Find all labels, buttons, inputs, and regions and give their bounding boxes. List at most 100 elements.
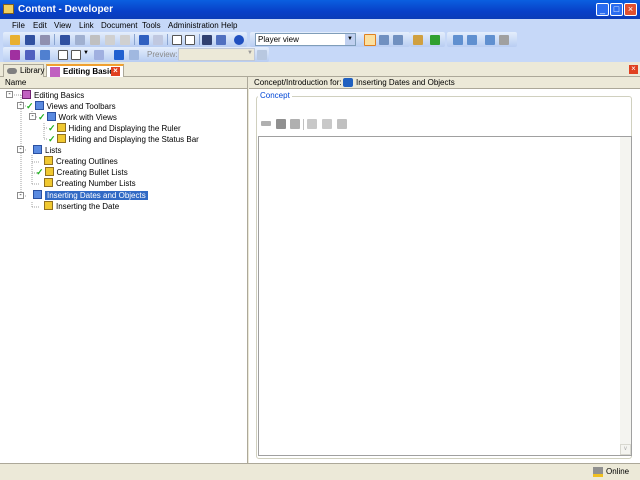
redo-icon[interactable]	[153, 35, 163, 45]
collapse-toggle[interactable]: -	[17, 102, 24, 109]
preview-icon[interactable]	[337, 119, 347, 129]
menu-file[interactable]: File	[12, 20, 25, 31]
tree-item[interactable]: Creating Outlines	[44, 156, 118, 167]
online-icon	[593, 467, 603, 477]
save-icon[interactable]	[25, 35, 35, 45]
tree-header: Name	[0, 77, 248, 89]
tree-item[interactable]: ✓ Views and Toolbars	[26, 101, 116, 112]
undo-icon[interactable]	[139, 35, 149, 45]
window-title: Content - Developer	[18, 4, 114, 15]
tree-item[interactable]: ✓ Creating Bullet Lists	[36, 167, 128, 178]
module-icon	[33, 190, 42, 199]
menu-edit[interactable]: Edit	[33, 20, 47, 31]
cut-icon[interactable]	[60, 35, 70, 45]
multimedia-icon[interactable]	[290, 119, 300, 129]
title-bar: Content - Developer	[0, 0, 640, 19]
new-book-icon[interactable]	[10, 50, 20, 60]
check-in-icon[interactable]	[453, 35, 463, 45]
topic-icon	[56, 123, 66, 132]
close-button[interactable]: ×	[624, 3, 637, 16]
check-icon: ✓	[26, 101, 34, 111]
module-icon	[34, 101, 44, 110]
tree-item[interactable]: ✓ Work with Views	[38, 112, 117, 123]
go-icon[interactable]	[257, 50, 267, 60]
tree-item[interactable]: ✓ Hiding and Displaying the Status Bar	[48, 134, 199, 145]
new-topic-icon[interactable]	[40, 50, 50, 60]
menu-administration[interactable]: Administration	[168, 20, 219, 31]
menu-help[interactable]: Help	[221, 20, 237, 31]
expand-icon[interactable]	[172, 35, 182, 45]
menu-document[interactable]: Document	[101, 20, 137, 31]
delete-icon[interactable]	[105, 35, 115, 45]
minimize-button[interactable]: _	[596, 3, 609, 16]
edit-icon[interactable]	[307, 119, 317, 129]
view-select[interactable]: Player view ▼	[255, 33, 356, 46]
topic-icon	[56, 134, 66, 143]
help-icon[interactable]	[234, 35, 244, 45]
tree-item[interactable]: Editing Basics	[22, 90, 84, 101]
app-icon	[3, 4, 14, 14]
paste-icon[interactable]	[90, 35, 100, 45]
properties-icon[interactable]	[120, 35, 130, 45]
content-tree[interactable]: - - - - - Editing Basics ✓ Views and Tool…	[0, 89, 248, 463]
move-up-icon[interactable]	[114, 50, 124, 60]
menu-link[interactable]: Link	[79, 20, 94, 31]
topic-icon	[44, 156, 53, 165]
image-icon[interactable]	[276, 119, 286, 129]
concept-editor[interactable]: ∨	[258, 136, 632, 456]
tree-item[interactable]: Lists	[33, 145, 61, 156]
spell-check-icon[interactable]	[216, 35, 226, 45]
maximize-button[interactable]: □	[610, 3, 623, 16]
menu-view[interactable]: View	[54, 20, 71, 31]
question-menu-icon[interactable]	[71, 50, 81, 60]
document-tabs: Library Editing Basics × ×	[0, 62, 640, 78]
export-icon[interactable]	[485, 35, 495, 45]
layout-vertical-icon[interactable]	[393, 35, 403, 45]
question-icon[interactable]	[58, 50, 68, 60]
tab-editing-basics[interactable]: Editing Basics ×	[46, 64, 124, 78]
scrollbar[interactable]: ∨	[620, 137, 631, 455]
collapse-toggle[interactable]: -	[29, 113, 36, 120]
chevron-down-icon[interactable]: ▼	[83, 50, 89, 56]
copy-icon[interactable]	[75, 35, 85, 45]
collapse-icon[interactable]	[185, 35, 195, 45]
close-panel-icon[interactable]: ×	[629, 65, 638, 74]
unlink-icon[interactable]	[322, 119, 332, 129]
chevron-down-icon[interactable]: ▼	[345, 34, 355, 45]
chevron-down-icon[interactable]: ▼	[247, 50, 253, 56]
topic-icon	[44, 167, 54, 176]
refresh-icon[interactable]	[430, 35, 440, 45]
link-icon[interactable]	[94, 50, 104, 60]
topic-icon	[44, 178, 53, 187]
move-down-icon[interactable]	[129, 50, 139, 60]
concept-header: Concept/Introduction for: Inserting Date…	[249, 77, 640, 89]
open-icon[interactable]	[10, 35, 20, 45]
standard-toolbar	[3, 32, 247, 47]
find-icon[interactable]	[202, 35, 212, 45]
library-icon	[7, 68, 17, 74]
print-preview-icon[interactable]	[40, 35, 50, 45]
link-icon[interactable]	[261, 121, 271, 126]
tree-item-selected[interactable]: Inserting Dates and Objects	[33, 190, 148, 201]
collapse-toggle[interactable]: -	[17, 146, 24, 153]
scroll-down-icon[interactable]: ∨	[620, 444, 631, 455]
tree-item[interactable]: Creating Number Lists	[44, 178, 136, 189]
collapse-toggle[interactable]: -	[17, 192, 24, 199]
collapse-toggle[interactable]: -	[6, 91, 13, 98]
lock-icon[interactable]	[499, 35, 509, 45]
menu-bar: File Edit View Link Document Tools Admin…	[0, 19, 640, 32]
publish-icon[interactable]	[413, 35, 423, 45]
editor-toolbar: ▼ Preview: ▼	[3, 47, 269, 62]
new-module-icon[interactable]	[25, 50, 35, 60]
close-tab-icon[interactable]: ×	[111, 67, 120, 76]
book-root-icon	[22, 90, 31, 99]
preview-select[interactable]: ▼	[178, 48, 255, 61]
layout-horizontal-icon[interactable]	[379, 35, 389, 45]
check-out-icon[interactable]	[467, 35, 477, 45]
check-icon: ✓	[48, 134, 56, 144]
tab-library[interactable]: Library	[3, 64, 44, 77]
tree-item[interactable]: Inserting the Date	[44, 201, 119, 212]
menu-tools[interactable]: Tools	[142, 20, 161, 31]
layout-single-icon[interactable]	[364, 34, 376, 46]
tree-item[interactable]: ✓ Hiding and Displaying the Ruler	[48, 123, 181, 134]
